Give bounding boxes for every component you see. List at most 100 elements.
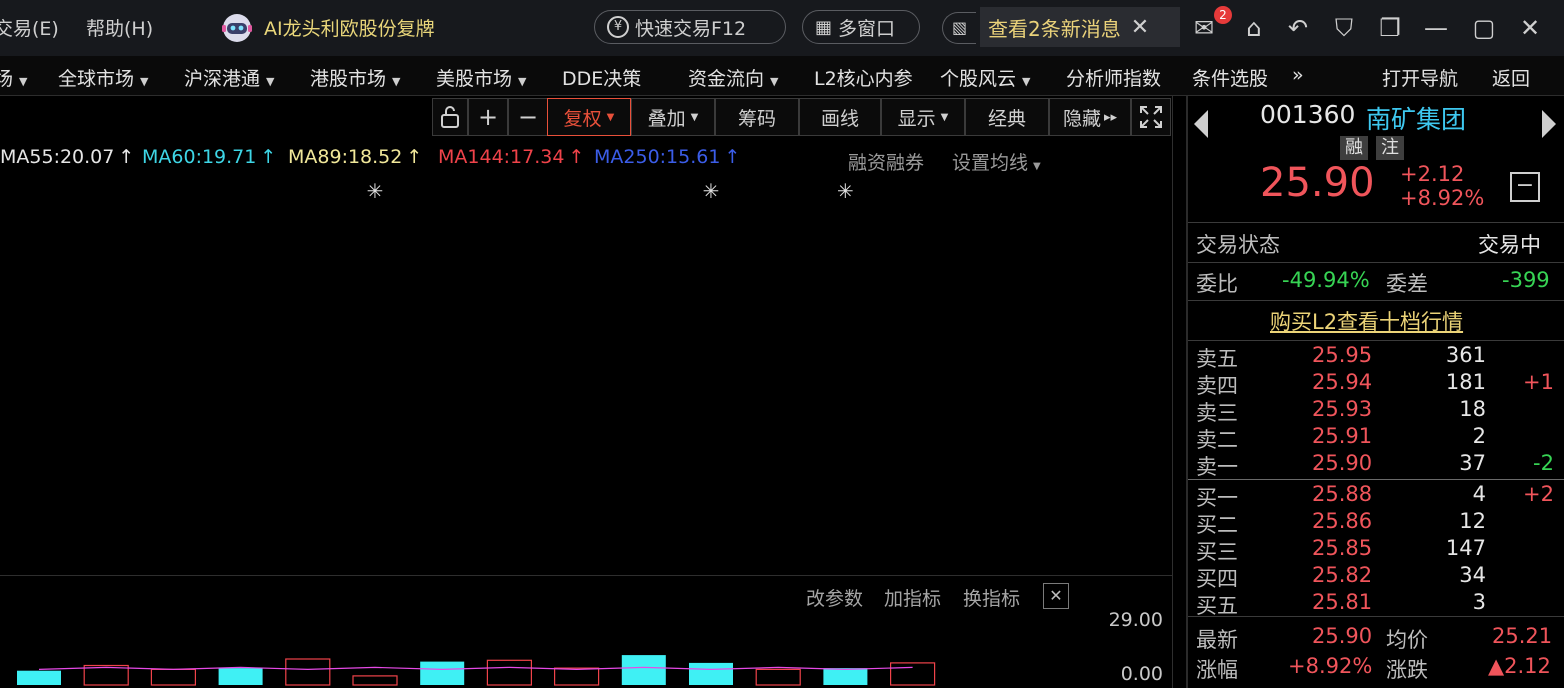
- change-params-link[interactable]: 改参数: [806, 584, 863, 611]
- volume-chart[interactable]: 29.00 0.00: [0, 610, 1172, 688]
- orderbook-level-label: 买一: [1196, 486, 1238, 510]
- nav-item[interactable]: 条件选股: [1192, 64, 1268, 91]
- zoom-in-button[interactable]: +: [468, 98, 508, 136]
- new-message-notice[interactable]: 查看2条新消息 ✕: [980, 7, 1180, 47]
- close-window-icon[interactable]: ✕: [1514, 12, 1546, 44]
- event-star-icon[interactable]: ✳: [703, 179, 720, 203]
- ma-legend-label: MA250:15.61: [594, 146, 721, 168]
- overlay-button[interactable]: 叠加 ▼: [631, 98, 715, 136]
- event-star-icon[interactable]: ✳: [367, 179, 384, 203]
- orderbook-level-label: 卖五: [1196, 347, 1238, 371]
- display-button[interactable]: 显示 ▼: [881, 98, 965, 136]
- nav-item[interactable]: 资金流向 ▼: [688, 64, 778, 91]
- add-indicator-link[interactable]: 加指标: [884, 584, 941, 611]
- up-arrow-icon: ↑: [724, 146, 741, 168]
- margin-trading-link[interactable]: 融资融券: [848, 148, 924, 175]
- next-stock-icon[interactable]: [1542, 110, 1556, 138]
- back-button[interactable]: 返回: [1492, 64, 1530, 91]
- classic-button[interactable]: 经典: [965, 98, 1049, 136]
- overlay-label: 叠加: [647, 107, 686, 130]
- buy-l2-link[interactable]: 购买L2查看十档行情: [1270, 306, 1463, 336]
- latest-value: 25.90: [1312, 624, 1373, 648]
- nav-item-label: 个股风云: [940, 68, 1017, 90]
- divider: [1188, 479, 1564, 480]
- fuquan-button[interactable]: 复权 ▼: [547, 98, 631, 136]
- nav-item[interactable]: 分析师指数: [1066, 64, 1161, 91]
- volume-bar: [285, 658, 331, 686]
- orderbook-price[interactable]: 25.93: [1312, 397, 1372, 421]
- menu-help[interactable]: 帮助(H): [86, 14, 153, 41]
- maximize-icon[interactable]: ▢: [1468, 12, 1500, 44]
- multi-window-button[interactable]: ▦ 多窗口: [802, 10, 920, 44]
- volume-bar: [689, 662, 733, 685]
- ma-legend-label: MA60:19.71: [142, 146, 257, 168]
- divider: [1188, 340, 1564, 341]
- volume-bar: [17, 670, 61, 685]
- zoom-out-button[interactable]: −: [508, 98, 548, 136]
- switch-indicator-link[interactable]: 换指标: [963, 584, 1020, 611]
- robot-icon[interactable]: [220, 12, 254, 44]
- news-headline[interactable]: AI龙头利欧股份复牌: [264, 14, 435, 41]
- note-tag: 注: [1376, 136, 1404, 160]
- draw-line-button[interactable]: 画线: [799, 98, 881, 136]
- restore-window-icon[interactable]: ❐: [1374, 12, 1406, 44]
- hide-button[interactable]: 隐藏 ▸▸: [1049, 98, 1131, 136]
- event-star-icon[interactable]: ✳: [837, 179, 854, 203]
- undo-icon[interactable]: ↶: [1282, 12, 1314, 44]
- nav-item[interactable]: DDE决策: [562, 64, 641, 91]
- volume-bar: [621, 655, 666, 685]
- quick-trade-button[interactable]: ¥ 快速交易F12: [594, 10, 786, 44]
- nav-item[interactable]: 个股风云 ▼: [940, 64, 1030, 91]
- layout-icon[interactable]: ▧: [942, 12, 976, 44]
- orderbook-price[interactable]: 25.95: [1312, 343, 1372, 367]
- nav-more[interactable]: »: [1292, 64, 1304, 86]
- orderbook-volume: 2: [1472, 424, 1486, 448]
- expand-button[interactable]: [1131, 98, 1171, 136]
- pct-label: 涨幅: [1196, 658, 1238, 682]
- weibi-value: -49.94%: [1282, 268, 1370, 292]
- orderbook-price[interactable]: 25.91: [1312, 424, 1372, 448]
- chart-divider: [0, 575, 1172, 576]
- status-label: 交易状态: [1196, 233, 1280, 257]
- nav-item[interactable]: 美股市场 ▼: [436, 64, 526, 91]
- orderbook-price[interactable]: 25.94: [1312, 370, 1372, 394]
- last-price: 25.90: [1260, 160, 1375, 206]
- orderbook-volume: 4: [1472, 482, 1486, 506]
- dropdown-icon: ▼: [770, 75, 779, 88]
- minimize-icon[interactable]: —: [1420, 12, 1452, 44]
- nav-item[interactable]: 沪深港通 ▼: [184, 64, 274, 91]
- orderbook-price[interactable]: 25.81: [1312, 590, 1372, 614]
- orderbook-price[interactable]: 25.82: [1312, 563, 1372, 587]
- orderbook-price[interactable]: 25.85: [1312, 536, 1372, 560]
- prev-stock-icon[interactable]: [1194, 110, 1208, 138]
- divider: [1188, 262, 1564, 263]
- shirt-icon[interactable]: ⛉: [1328, 12, 1360, 44]
- divider: [1188, 222, 1564, 223]
- nav-item[interactable]: 港股市场 ▼: [310, 64, 400, 91]
- menu-trade[interactable]: 交易(E): [0, 14, 59, 41]
- nav-item[interactable]: L2核心内参: [814, 64, 913, 91]
- nav-item[interactable]: 场 ▼: [0, 64, 27, 91]
- dropdown-icon: ▼: [690, 111, 699, 123]
- chg-label: 涨跌: [1386, 658, 1428, 682]
- collapse-icon[interactable]: −: [1510, 172, 1540, 202]
- chips-button[interactable]: 筹码: [715, 98, 799, 136]
- dropdown-icon: ▼: [940, 111, 949, 123]
- orderbook-price[interactable]: 25.86: [1312, 509, 1372, 533]
- close-icon[interactable]: ✕: [1131, 15, 1149, 40]
- lock-button[interactable]: [432, 98, 468, 136]
- kline-chart[interactable]: ✳✳✳26.1621.0726.0024.0022.0020.0018.0016…: [0, 176, 1172, 576]
- close-indicator-icon[interactable]: ✕: [1043, 583, 1069, 609]
- ma-legend-item: MA60:19.71 ↑: [142, 146, 276, 168]
- nav-item[interactable]: 全球市场 ▼: [58, 64, 148, 91]
- orderbook-price[interactable]: 25.88: [1312, 482, 1372, 506]
- home-icon[interactable]: ⌂: [1238, 12, 1270, 44]
- mail-badge: 2: [1214, 6, 1232, 24]
- open-nav-button[interactable]: 打开导航: [1382, 64, 1458, 91]
- chg-value: ▲2.12: [1488, 654, 1551, 678]
- ma-legend-item: MA89:18.52 ↑: [288, 146, 422, 168]
- set-ma-link[interactable]: 设置均线 ▼: [952, 148, 1041, 175]
- orderbook-delta: +1: [1523, 370, 1554, 394]
- orderbook-price[interactable]: 25.90: [1312, 451, 1372, 475]
- price-change-pct: +8.92%: [1400, 186, 1485, 210]
